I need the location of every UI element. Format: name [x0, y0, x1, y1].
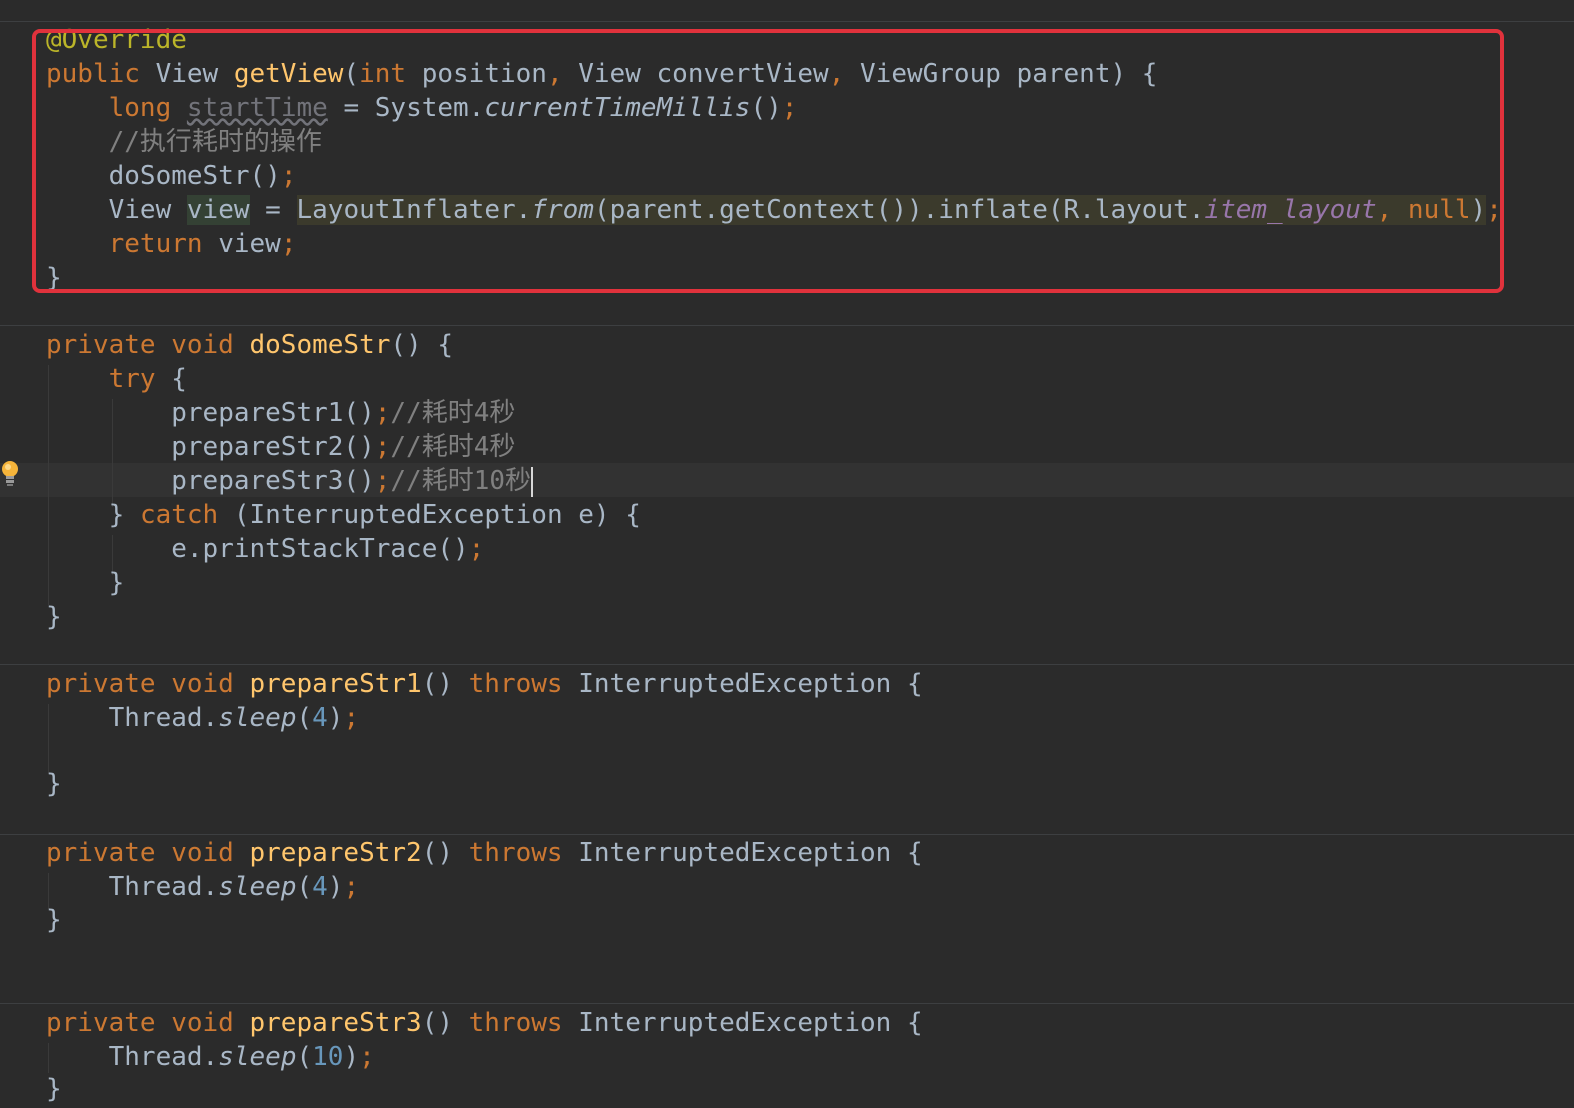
highlight-box [32, 29, 1504, 293]
method-name: doSomeStr [249, 330, 391, 360]
code-text: ) [343, 1042, 360, 1072]
number-literal: 4 [312, 703, 328, 733]
code-text: ( [296, 1042, 313, 1072]
code-text: () [421, 838, 469, 868]
code-line[interactable]: prepareStr1();//耗时4秒 [46, 396, 515, 430]
code-line-current[interactable]: prepareStr3();//耗时10秒 [46, 464, 534, 498]
keyword: private void [46, 669, 234, 699]
method-separator [0, 325, 1574, 326]
static-method-call: sleep [218, 703, 297, 733]
code-line[interactable]: Thread.sleep(10); [46, 1040, 375, 1074]
number-literal: 10 [312, 1042, 344, 1072]
keyword: private void [46, 838, 234, 868]
method-separator [0, 664, 1574, 665]
method-call: prepareStr2() [171, 432, 375, 462]
code-line[interactable]: Thread.sleep(4); [46, 870, 359, 904]
code-text: ( [296, 703, 313, 733]
number-literal: 4 [312, 872, 328, 902]
code-line[interactable]: private void prepareStr2() throws Interr… [46, 836, 923, 870]
keyword: throws [468, 838, 563, 868]
method-separator [0, 21, 1574, 22]
semicolon: ; [343, 703, 360, 733]
method-separator [0, 834, 1574, 835]
method-call: e.printStackTrace() [171, 534, 469, 564]
code-text: InterruptedException { [562, 1008, 923, 1038]
closing-brace: } [46, 568, 125, 598]
closing-brace: } [46, 905, 62, 935]
semicolon: ; [374, 432, 391, 462]
method-call: prepareStr3() [171, 466, 375, 496]
code-line[interactable]: prepareStr2();//耗时4秒 [46, 430, 515, 464]
code-text: () [421, 669, 469, 699]
code-text: () { [390, 330, 454, 360]
method-name: prepareStr2 [249, 838, 422, 868]
code-text: ) [327, 872, 344, 902]
method-name: prepareStr1 [249, 669, 422, 699]
text-caret [531, 466, 534, 497]
comment: //耗时4秒 [390, 432, 516, 462]
keyword: private void [46, 1008, 234, 1038]
code-text: InterruptedException { [562, 669, 923, 699]
method-name: prepareStr3 [249, 1008, 422, 1038]
semicolon: ; [468, 534, 485, 564]
keyword: throws [468, 669, 563, 699]
closing-brace: } [46, 602, 62, 632]
static-method-call: sleep [218, 1042, 297, 1072]
code-line[interactable]: } catch (InterruptedException e) { [46, 498, 641, 532]
keyword: catch [139, 500, 219, 530]
code-line[interactable]: private void prepareStr3() throws Interr… [46, 1006, 923, 1040]
lightbulb-icon[interactable] [1, 460, 19, 488]
code-text: Thread. [108, 872, 219, 902]
keyword: throws [468, 1008, 563, 1038]
semicolon: ; [343, 872, 360, 902]
keyword: private void [46, 330, 234, 360]
code-text: Thread. [108, 703, 219, 733]
code-line[interactable]: } [46, 566, 125, 600]
code-text: Thread. [108, 1042, 219, 1072]
code-line[interactable]: } [46, 1072, 62, 1106]
semicolon: ; [359, 1042, 375, 1072]
code-line[interactable]: e.printStackTrace(); [46, 532, 484, 566]
code-line[interactable]: } [46, 600, 62, 634]
method-separator [0, 1003, 1574, 1004]
comment: //耗时10秒 [390, 466, 532, 496]
code-editor[interactable]: @Override public View getView(int positi… [0, 0, 1574, 1108]
keyword: try [108, 364, 156, 394]
closing-brace: } [46, 769, 62, 799]
semicolon: ; [374, 398, 391, 428]
code-line[interactable]: } [46, 903, 62, 937]
code-line[interactable]: private void doSomeStr() { [46, 328, 453, 362]
code-line[interactable]: Thread.sleep(4); [46, 701, 359, 735]
code-line[interactable]: try { [46, 362, 187, 396]
static-method-call: sleep [218, 872, 297, 902]
method-call: prepareStr1() [171, 398, 375, 428]
code-text: InterruptedException { [562, 838, 923, 868]
code-text: } [108, 500, 140, 530]
code-text: ( [296, 872, 313, 902]
code-line[interactable]: private void prepareStr1() throws Interr… [46, 667, 923, 701]
code-text: (InterruptedException e) { [218, 500, 641, 530]
code-text: () [421, 1008, 469, 1038]
code-text: ) [327, 703, 344, 733]
closing-brace: } [46, 1074, 62, 1104]
code-line[interactable]: } [46, 767, 62, 801]
comment: //耗时4秒 [390, 398, 516, 428]
code-text: { [155, 364, 187, 394]
semicolon: ; [374, 466, 391, 496]
